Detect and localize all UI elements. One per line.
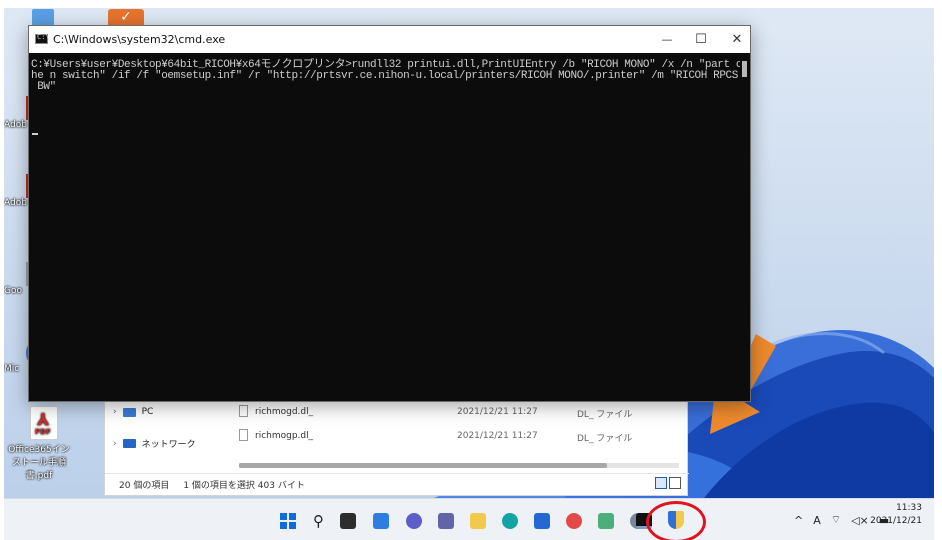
nav-item-network[interactable]: › ネットワーク bbox=[113, 437, 196, 451]
taskbar: ⚲ ^ A ⌔ ◁× ▬ 11:33 2021/12/21 bbox=[4, 498, 934, 540]
file-date: 2021/12/21 11:27 bbox=[457, 431, 538, 441]
search-icon[interactable]: ⚲ bbox=[313, 512, 324, 530]
tiles-view-icon[interactable] bbox=[669, 477, 681, 489]
file-icon bbox=[239, 429, 248, 441]
clock-time: 11:33 bbox=[896, 503, 922, 513]
maximize-button[interactable]: ☐ bbox=[681, 26, 721, 53]
chevron-right-icon[interactable]: › bbox=[113, 439, 117, 449]
clock[interactable]: 11:33 2021/12/21 bbox=[870, 502, 922, 528]
desktop-icon-office365-pdf[interactable]: ⅄ PDF Office365インストール手順書.pdf bbox=[4, 406, 94, 481]
network-icon bbox=[122, 439, 136, 448]
chevron-right-icon[interactable]: › bbox=[113, 407, 117, 417]
desktop-icon-label: Office365インストール手順書.pdf bbox=[8, 445, 70, 481]
ime-indicator[interactable]: A bbox=[813, 514, 821, 527]
window-title: C:\Windows\system32\cmd.exe bbox=[53, 33, 226, 46]
pdf-tag: PDF bbox=[35, 428, 51, 436]
file-name: richmogp.dl_ bbox=[255, 431, 314, 441]
cmd-icon: C:\ bbox=[35, 33, 50, 44]
cmd-window[interactable]: C:\ C:\Windows\system32\cmd.exe — ☐ ✕ C:… bbox=[28, 25, 751, 402]
scrollbar-thumb[interactable] bbox=[742, 61, 747, 77]
clock-date: 2021/12/21 bbox=[870, 516, 922, 526]
file-explorer-window[interactable]: › PC › ネットワーク richmogd.dl_ 2021/12/21 11… bbox=[104, 396, 689, 496]
folder-icon[interactable] bbox=[470, 513, 486, 529]
status-bar: 20 個の項目 1 個の項目を選択 403 バイト bbox=[105, 473, 689, 495]
nav-item-label: ネットワーク bbox=[141, 440, 196, 450]
file-date: 2021/12/21 11:27 bbox=[457, 407, 538, 417]
widgets-icon[interactable] bbox=[373, 513, 389, 529]
task-view-icon[interactable] bbox=[340, 513, 356, 529]
chat-icon[interactable] bbox=[406, 513, 422, 529]
console-output: C:¥Users¥user¥Desktop¥64bit_RICOH¥x64モノク… bbox=[31, 59, 740, 93]
horizontal-scrollbar[interactable] bbox=[239, 463, 679, 468]
volume-icon[interactable]: ◁× bbox=[851, 514, 869, 527]
cmd-titlebar[interactable]: C:\ C:\Windows\system32\cmd.exe — ☐ ✕ bbox=[29, 26, 750, 53]
nav-item-label: PC bbox=[141, 407, 154, 417]
pdf-file-icon: ⅄ PDF bbox=[30, 406, 58, 440]
file-type: DL_ ファイル bbox=[577, 434, 633, 444]
console-area[interactable]: C:¥Users¥user¥Desktop¥64bit_RICOH¥x64モノク… bbox=[29, 53, 740, 401]
file-name: richmogd.dl_ bbox=[255, 407, 314, 417]
red-circle-annotation bbox=[646, 501, 706, 540]
edge-icon[interactable] bbox=[502, 513, 518, 529]
teams-icon[interactable] bbox=[438, 513, 454, 529]
tray-chevron-icon[interactable]: ^ bbox=[794, 514, 803, 527]
wifi-icon[interactable]: ⌔ bbox=[831, 513, 841, 527]
vertical-scrollbar[interactable] bbox=[741, 57, 749, 397]
nav-item-pc[interactable]: › PC bbox=[113, 407, 153, 417]
view-toggle[interactable] bbox=[655, 477, 681, 489]
details-view-icon[interactable] bbox=[655, 477, 667, 489]
start-button-icon[interactable] bbox=[280, 513, 296, 529]
console-cursor bbox=[32, 133, 38, 135]
close-button[interactable]: ✕ bbox=[717, 26, 757, 53]
pc-icon bbox=[122, 407, 136, 417]
store-icon[interactable] bbox=[534, 513, 550, 529]
file-icon bbox=[239, 405, 248, 417]
scrollbar-thumb[interactable] bbox=[239, 463, 607, 468]
selection-info: 1 個の項目を選択 403 バイト bbox=[183, 481, 305, 491]
screenshot-frame: ✓ Adob Adob Goo Mic ⅄ PDF Office365インストー… bbox=[0, 0, 942, 540]
network-tool-icon[interactable] bbox=[598, 513, 614, 529]
file-type: DL_ ファイル bbox=[577, 410, 633, 420]
item-count: 20 個の項目 bbox=[119, 481, 170, 491]
chrome-icon[interactable] bbox=[566, 513, 582, 529]
